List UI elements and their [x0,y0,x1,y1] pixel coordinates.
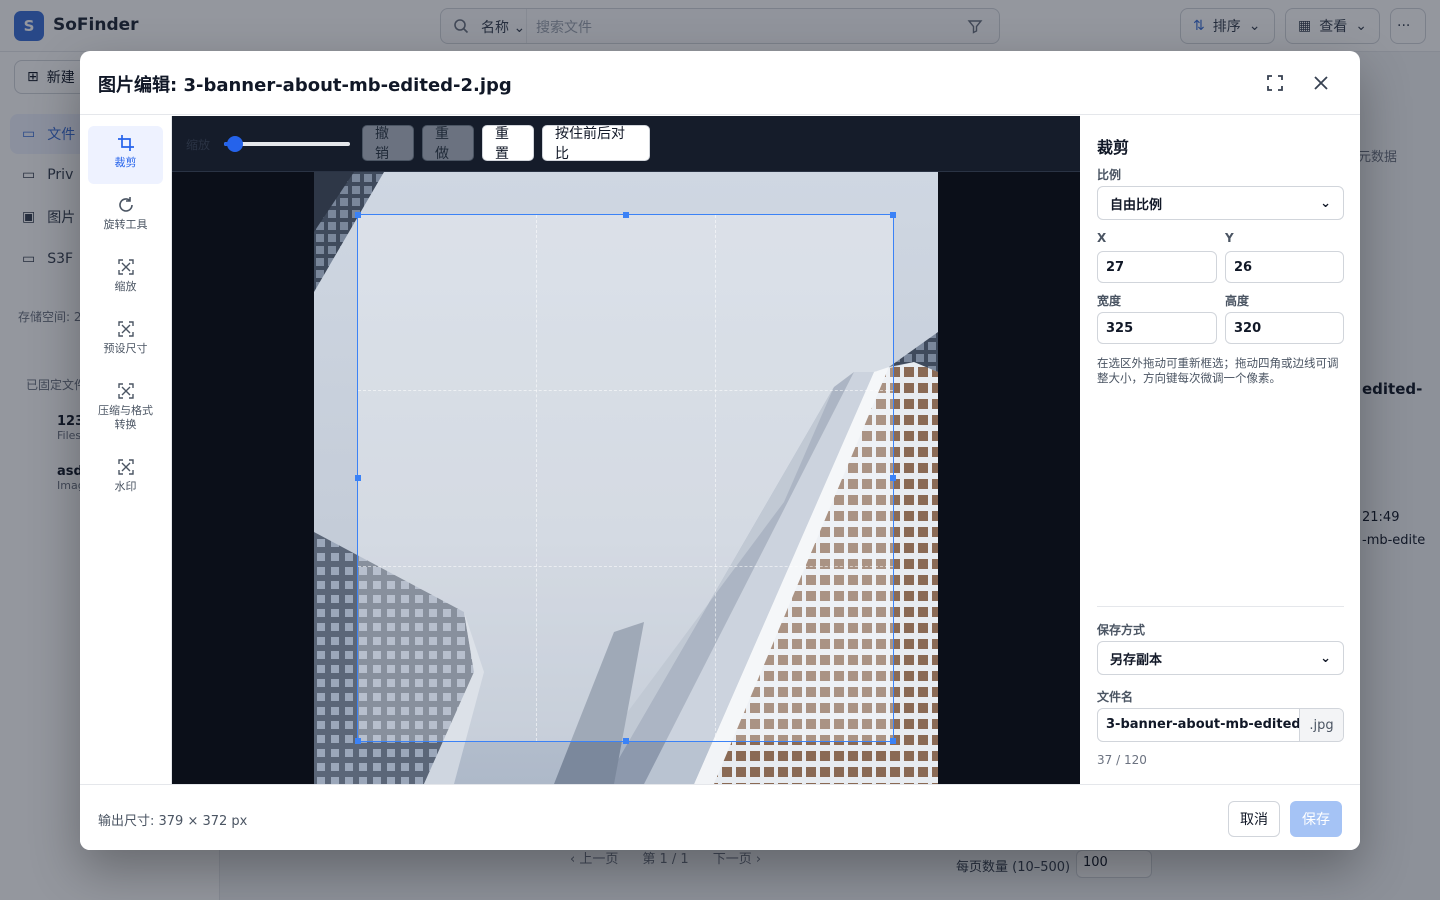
tool-label: 裁剪 [114,156,137,169]
save-button[interactable]: 保存 [1290,801,1342,837]
chevron-down-icon: ⌄ [1320,195,1331,211]
save-mode-label: 保存方式 [1097,623,1146,637]
crop-grid-line [714,215,716,741]
compare-button[interactable]: 按住前后对比 [542,125,650,162]
preset-size-icon [117,321,134,337]
height-input[interactable]: 320 [1225,312,1344,344]
save-mode-value: 另存副本 [1110,652,1163,668]
crop-handle-w[interactable] [355,475,361,481]
chevron-down-icon: ⌄ [1320,650,1331,666]
ratio-select[interactable]: 自由比例 ⌄ [1097,186,1344,220]
modal-footer: 输出尺寸: 379 × 372 px 取消 保存 [80,784,1360,850]
modal-title: 图片编辑: 3-banner-about-mb-edited-2.jpg [98,75,512,96]
tool-label: 缩放 [114,280,137,293]
save-mode-select[interactable]: 另存副本 ⌄ [1097,641,1344,675]
crop-handle-sw[interactable] [355,738,361,744]
watermark-icon [117,459,134,475]
tool-preset-size[interactable]: 预设尺寸 [88,312,163,370]
crop-handle-nw[interactable] [355,212,361,218]
redo-button[interactable]: 重做 [422,125,474,162]
width-input[interactable]: 325 [1097,312,1217,344]
crop-hint: 在选区外拖动可重新框选；拖动四角或边线可调整大小，方向键每次微调一个像素。 [1097,356,1339,385]
width-label: 宽度 [1097,294,1122,308]
tool-compress[interactable]: 压缩与格式转换 [88,374,163,446]
tool-label: 旋转工具 [103,218,148,231]
image-preview[interactable] [314,172,938,784]
modal-header: 图片编辑: 3-banner-about-mb-edited-2.jpg [80,51,1360,115]
filename-input[interactable]: 3-banner-about-mb-edited-2 [1098,709,1300,741]
reset-button[interactable]: 重置 [482,125,534,162]
ratio-value: 自由比例 [1110,197,1163,213]
compress-icon [117,383,134,399]
zoom-label: 缩放 [186,138,211,152]
panel-heading: 裁剪 [1097,138,1130,157]
crop-icon [117,135,134,151]
tool-watermark[interactable]: 水印 [88,450,163,508]
tool-crop[interactable]: 裁剪 [88,126,163,184]
crop-grid-line [358,565,893,567]
close-icon[interactable] [1306,68,1336,98]
x-label: X [1097,231,1107,245]
height-label: 高度 [1225,294,1250,308]
filename-extension: .jpg [1300,709,1343,741]
crop-handle-ne[interactable] [890,212,896,218]
output-size: 输出尺寸: 379 × 372 px [98,814,248,829]
filename-field: 3-banner-about-mb-edited-2 .jpg [1097,708,1344,742]
undo-button[interactable]: 撤销 [362,125,414,162]
crop-grid-line [358,390,893,392]
y-input[interactable]: 26 [1225,251,1344,283]
tool-label: 压缩与格式转换 [98,404,153,431]
crop-grid-line [536,215,538,741]
zoom-slider[interactable] [224,136,350,152]
crop-handle-se[interactable] [890,738,896,744]
filename-label: 文件名 [1097,690,1134,704]
rotate-icon [118,197,133,212]
crop-handle-e[interactable] [890,475,896,481]
tool-rotate[interactable]: 旋转工具 [88,188,163,246]
tool-label: 水印 [114,480,137,493]
crop-selection[interactable] [355,212,896,744]
tool-resize[interactable]: 缩放 [88,250,163,308]
crop-handle-s[interactable] [622,738,629,744]
cancel-button[interactable]: 取消 [1228,801,1280,837]
ratio-label: 比例 [1097,168,1122,182]
tool-label: 预设尺寸 [103,342,148,355]
x-input[interactable]: 27 [1097,251,1217,283]
filename-counter: 37 / 120 [1097,753,1147,767]
crop-properties-panel: 裁剪 比例 自由比例 ⌄ X Y 27 26 宽度 高度 325 320 在选区… [1081,116,1360,784]
crop-handle-n[interactable] [622,212,629,218]
image-editor-modal: 图片编辑: 3-banner-about-mb-edited-2.jpg 裁剪 … [80,51,1360,850]
fullscreen-icon[interactable] [1260,68,1290,98]
editor-toolbar: 缩放 撤销 重做 重置 按住前后对比 [172,116,1080,172]
y-label: Y [1225,231,1234,245]
editor-canvas[interactable]: 缩放 撤销 重做 重置 按住前后对比 [172,116,1080,784]
divider [1097,606,1344,607]
resize-icon [117,259,134,275]
tool-rail: 裁剪 旋转工具 缩放 预设尺寸 压缩与格式转换 水印 [80,116,172,784]
zoom-slider-thumb[interactable] [227,136,244,152]
